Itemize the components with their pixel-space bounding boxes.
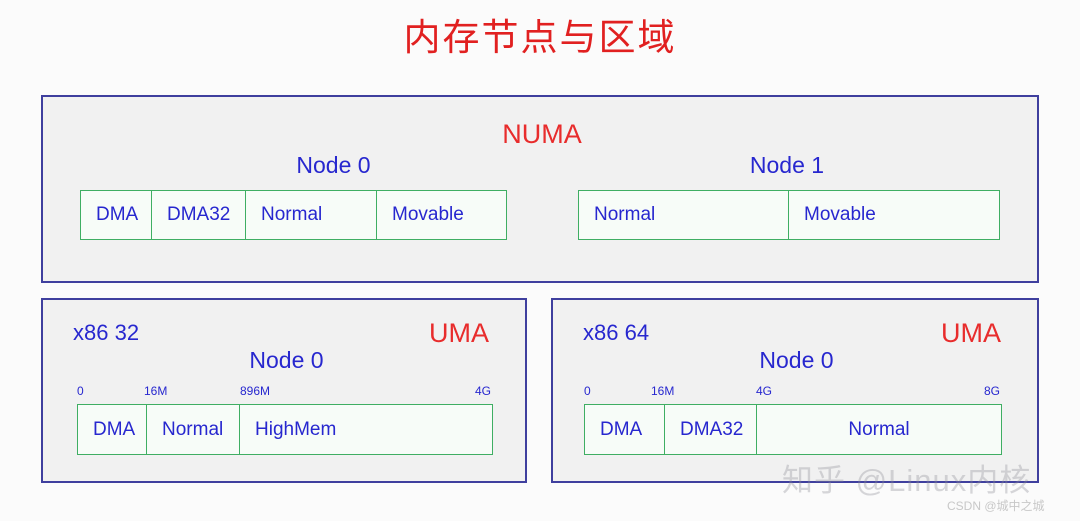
diagram-canvas: 内存节点与区域 NUMA Node 0 DMA DMA32 Normal Mov… <box>0 0 1080 521</box>
zone-movable: Movable <box>804 204 876 225</box>
numa-node-1-zone-strip: Normal Movable <box>578 190 1000 240</box>
zone-dma: DMA <box>81 191 152 239</box>
zone-normal: Normal <box>147 405 240 454</box>
csdn-watermark: CSDN @城中之城 <box>947 499 1045 513</box>
arch-label-x86-32: x86 32 <box>73 320 140 345</box>
zone-dma32: DMA32 <box>152 191 246 239</box>
tick-8g: 8G <box>983 384 1000 398</box>
numa-type-label: NUMA <box>502 119 582 149</box>
numa-panel: NUMA Node 0 DMA DMA32 Normal Movable Nod… <box>41 95 1039 283</box>
tick-4g: 4G <box>756 384 773 398</box>
zone-normal: Normal <box>848 418 910 440</box>
tick-16m: 16M <box>144 384 168 398</box>
numa-node-1-title: Node 1 <box>749 152 825 178</box>
zone-dma: DMA <box>585 405 665 454</box>
tick-4g: 4G <box>474 384 491 398</box>
zone-dma: DMA <box>78 405 147 454</box>
zone-movable: Movable <box>392 204 464 225</box>
uma-x86-32-zone-strip: DMA Normal HighMem <box>77 404 493 455</box>
uma-x86-32-tick-ruler: 0 16M 896M 4G <box>77 384 491 400</box>
uma-panel-x86-64: x86 64 UMA Node 0 0 16M 4G 8G DMA DMA32 … <box>551 298 1039 483</box>
tick-0: 0 <box>584 384 591 398</box>
uma-x86-64-tick-ruler: 0 16M 4G 8G <box>584 384 1000 400</box>
zone-normal: Normal <box>246 191 377 239</box>
uma-type-label-x86-32: UMA <box>429 318 489 348</box>
uma-panel-x86-32: x86 32 UMA Node 0 0 16M 896M 4G DMA Norm… <box>41 298 527 483</box>
uma-x86-64-zone-strip: DMA DMA32 Normal <box>584 404 1002 455</box>
page-title: 内存节点与区域 <box>403 17 677 58</box>
numa-node-0-title: Node 0 <box>296 152 371 178</box>
zone-highmem: HighMem <box>255 418 337 440</box>
zone-dma32: DMA32 <box>665 405 757 454</box>
zone-normal: Normal <box>579 191 789 239</box>
numa-node-0-zone-strip: DMA DMA32 Normal Movable <box>80 190 507 240</box>
tick-16m: 16M <box>651 384 675 398</box>
uma-x86-64-node-title: Node 0 <box>759 347 834 373</box>
arch-label-x86-64: x86 64 <box>583 320 650 345</box>
uma-x86-32-node-title: Node 0 <box>249 347 324 373</box>
tick-896m: 896M <box>240 384 271 398</box>
uma-type-label-x86-64: UMA <box>941 318 1001 348</box>
tick-0: 0 <box>77 384 84 398</box>
